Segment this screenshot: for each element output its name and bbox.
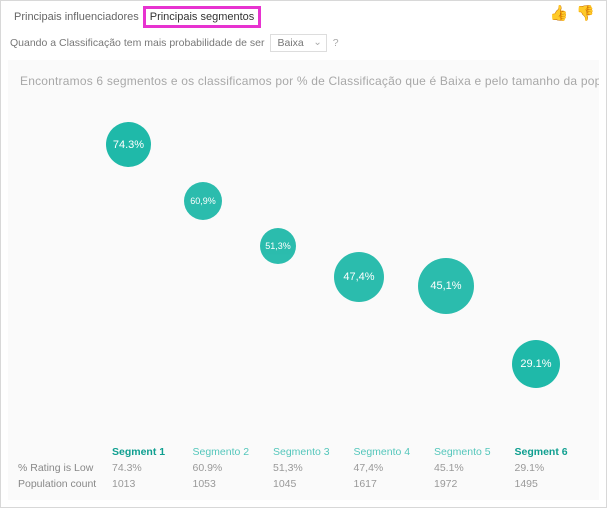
bubble-segment-3[interactable]: 51,3% bbox=[260, 228, 296, 264]
cell-count-1: 1013 bbox=[110, 476, 191, 492]
cell-rating-3: 51,3% bbox=[271, 460, 352, 476]
cell-count-2: 1053 bbox=[191, 476, 272, 492]
dropdown-value: Baixa bbox=[277, 37, 303, 49]
cell-rating-6: 29.1% bbox=[513, 460, 594, 476]
col-header-6[interactable]: Segment 6 bbox=[513, 444, 594, 460]
cell-rating-5: 45.1% bbox=[432, 460, 513, 476]
cell-count-6: 1495 bbox=[513, 476, 594, 492]
cell-rating-2: 60.9% bbox=[191, 460, 272, 476]
cell-count-4: 1617 bbox=[352, 476, 433, 492]
bubble-segment-1[interactable]: 74.3% bbox=[106, 122, 151, 167]
bubble-segment-4[interactable]: 47,4% bbox=[334, 252, 384, 302]
segments-table: Segment 1Segmento 2Segmento 3Segmento 4S… bbox=[8, 444, 599, 500]
row-count: Population count 10131053104516171972149… bbox=[14, 476, 593, 492]
col-header-2[interactable]: Segmento 2 bbox=[191, 444, 272, 460]
table-header-row: Segment 1Segmento 2Segmento 3Segmento 4S… bbox=[14, 444, 593, 460]
chevron-down-icon: ⌄ bbox=[313, 37, 321, 48]
thumbs-up-icon[interactable]: 👍 bbox=[550, 4, 569, 22]
bubble-segment-6[interactable]: 29.1% bbox=[512, 340, 560, 388]
row-label-rating: % Rating is Low bbox=[14, 462, 110, 474]
cell-count-5: 1972 bbox=[432, 476, 513, 492]
bubble-segment-5[interactable]: 45,1% bbox=[418, 258, 474, 314]
cell-rating-4: 47,4% bbox=[352, 460, 433, 476]
bubble-segment-2[interactable]: 60,9% bbox=[184, 182, 222, 220]
visual-canvas: Encontramos 6 segmentos e os classificam… bbox=[8, 60, 599, 500]
summary-text: Encontramos 6 segmentos e os classificam… bbox=[8, 60, 599, 88]
col-header-3[interactable]: Segmento 3 bbox=[271, 444, 352, 460]
col-header-1[interactable]: Segment 1 bbox=[110, 444, 191, 460]
filter-dropdown[interactable]: Baixa ⌄ bbox=[270, 34, 326, 52]
bubble-chart[interactable]: 74.3% 60,9% 51,3% 47,4% 45,1% 29.1% bbox=[8, 110, 599, 430]
thumbs-down-icon[interactable]: 👎 bbox=[576, 4, 595, 22]
row-label-count: Population count bbox=[14, 478, 110, 490]
col-header-5[interactable]: Segmento 5 bbox=[432, 444, 513, 460]
cell-count-3: 1045 bbox=[271, 476, 352, 492]
row-rating: % Rating is Low 74.3%60.9%51,3%47,4%45.1… bbox=[14, 460, 593, 476]
col-header-4[interactable]: Segmento 4 bbox=[352, 444, 433, 460]
feedback-group: 👍 👎 bbox=[550, 4, 595, 22]
cell-rating-1: 74.3% bbox=[110, 460, 191, 476]
